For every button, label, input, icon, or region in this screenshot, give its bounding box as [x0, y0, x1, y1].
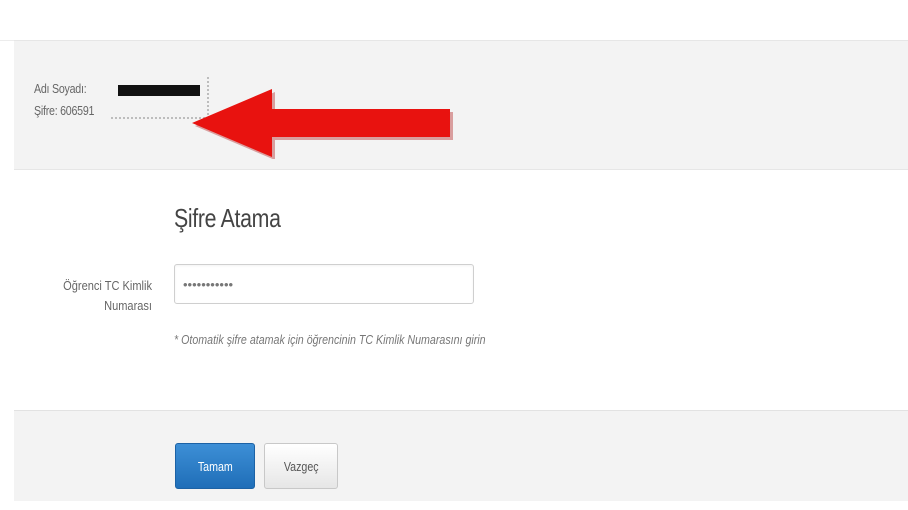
hint-text: * Otomatik şifre atamak için öğrencinin … [174, 332, 486, 347]
student-name-label: Adı Soyadı: [34, 81, 87, 96]
form-title: Şifre Atama [174, 203, 281, 233]
tc-number-input[interactable] [174, 264, 474, 304]
tc-number-label: Öğrenci TC Kimlik Numarası [63, 278, 152, 313]
save-button[interactable]: Tamam [175, 443, 255, 489]
red-arrow-icon [192, 89, 453, 159]
credentials-panel: Adı Soyadı: Şifre: 606591 [14, 40, 908, 170]
save-button-label: Tamam [197, 458, 233, 474]
cancel-button-label: Vazgeç [283, 458, 319, 474]
form-footer: Tamam Vazgeç [14, 410, 908, 501]
cancel-button[interactable]: Vazgeç [264, 443, 338, 489]
top-strip [0, 0, 908, 41]
password-text: Şifre: 606591 [34, 103, 95, 118]
